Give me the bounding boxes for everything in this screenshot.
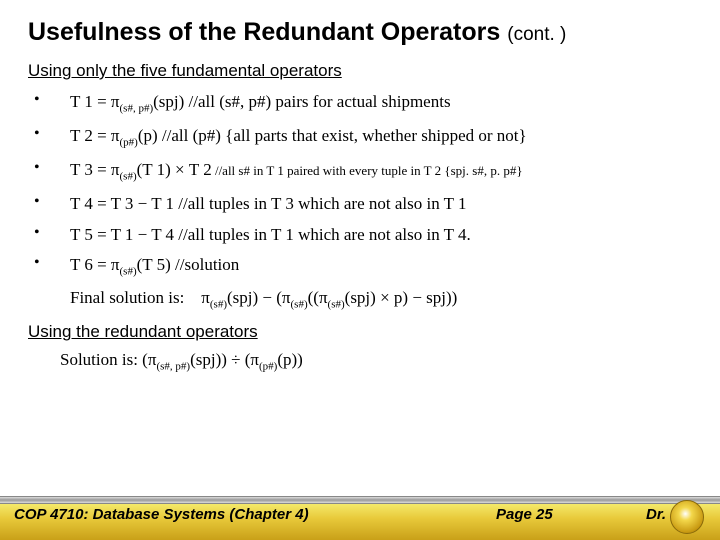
pi-icon: π	[201, 288, 210, 307]
t1-comment: //all (s#, p#) pairs for actual shipment…	[184, 92, 450, 111]
final-sub3: (s#)	[328, 298, 345, 310]
final-solution-line: Final solution is: π(s#)(spj) − (π(s#)((…	[70, 288, 692, 310]
pi-icon: π	[111, 160, 120, 179]
bullet-icon: •	[34, 159, 70, 177]
item-t2: • T 2 = π(p#)(p) //all (p#) {all parts t…	[34, 125, 692, 150]
t3-comment: //all s# in T 1 paired with every tuple …	[212, 163, 523, 178]
section-2-heading: Using the redundant operators	[28, 322, 692, 342]
t3-lhs: T 3 =	[70, 160, 111, 179]
sol-mid: (spj)) ÷ (	[190, 350, 250, 369]
item-t5: • T 5 = T 1 − T 4 //all tuples in T 1 wh…	[34, 224, 692, 245]
sol-end: (p))	[277, 350, 302, 369]
pi-icon: π	[319, 288, 328, 307]
pi-icon: π	[282, 288, 291, 307]
sol-sub2: (p#)	[259, 361, 277, 373]
t6-arg: (T 5)	[137, 255, 171, 274]
t3-sub: (s#)	[120, 171, 137, 183]
final-p3: (spj) × p) − spj))	[345, 288, 458, 307]
footer-page: Page 25	[496, 506, 646, 523]
t6-sub: (s#)	[120, 265, 137, 277]
footer-course: COP 4710: Database Systems (Chapter 4)	[14, 506, 496, 523]
bullet-icon: •	[34, 224, 70, 242]
final-p2: ((	[308, 288, 319, 307]
footer-bar: COP 4710: Database Systems (Chapter 4) P…	[0, 504, 720, 540]
t4-text: T 4 = T 3 − T 1 //all tuples in T 3 whic…	[70, 193, 466, 214]
redundant-solution-line: Solution is: (π(s#, p#)(spj)) ÷ (π(p#)(p…	[60, 350, 692, 372]
pi-icon: π	[111, 126, 120, 145]
final-sub2: (s#)	[291, 298, 308, 310]
bullet-icon: •	[34, 125, 70, 143]
t2-arg: (p)	[138, 126, 158, 145]
title-cont: (cont. )	[507, 24, 566, 45]
t1-arg: (spj)	[153, 92, 184, 111]
t1-sub: (s#, p#)	[120, 102, 154, 114]
pi-icon: π	[111, 255, 120, 274]
slide-footer: COP 4710: Database Systems (Chapter 4) P…	[0, 496, 720, 540]
t2-sub: (p#)	[120, 137, 138, 149]
pi-icon: π	[250, 350, 259, 369]
sol-label: Solution is: (	[60, 350, 148, 369]
slide-title: Usefulness of the Redundant Operators (c…	[28, 18, 692, 47]
section-1-heading: Using only the five fundamental operator…	[28, 61, 692, 81]
t2-lhs: T 2 =	[70, 126, 111, 145]
pi-icon: π	[111, 92, 120, 111]
final-label: Final solution is:	[70, 288, 184, 307]
item-t6: • T 6 = π(s#)(T 5) //solution	[34, 254, 692, 279]
bullet-icon: •	[34, 193, 70, 211]
slide-body: Usefulness of the Redundant Operators (c…	[0, 0, 720, 540]
title-main: Usefulness of the Redundant Operators	[28, 18, 500, 46]
t3-arg: (T 1) × T 2	[137, 160, 212, 179]
item-t3: • T 3 = π(s#)(T 1) × T 2 //all s# in T 1…	[34, 159, 692, 184]
operator-list: • T 1 = π(s#, p#)(spj) //all (s#, p#) pa…	[34, 91, 692, 279]
t2-comment: //all (p#) {all parts that exist, whethe…	[158, 126, 527, 145]
final-p1: (spj) − (	[227, 288, 282, 307]
item-t4: • T 4 = T 3 − T 1 //all tuples in T 3 wh…	[34, 193, 692, 214]
ucf-logo-icon	[670, 500, 704, 534]
footer-band	[0, 496, 720, 504]
t6-comment: //solution	[171, 255, 239, 274]
bullet-icon: •	[34, 254, 70, 272]
item-t1: • T 1 = π(s#, p#)(spj) //all (s#, p#) pa…	[34, 91, 692, 116]
t1-lhs: T 1 =	[70, 92, 111, 111]
bullet-icon: •	[34, 91, 70, 109]
final-sub1: (s#)	[210, 298, 227, 310]
t6-lhs: T 6 =	[70, 255, 111, 274]
t5-text: T 5 = T 1 − T 4 //all tuples in T 1 whic…	[70, 224, 471, 245]
sol-sub1: (s#, p#)	[156, 361, 190, 373]
